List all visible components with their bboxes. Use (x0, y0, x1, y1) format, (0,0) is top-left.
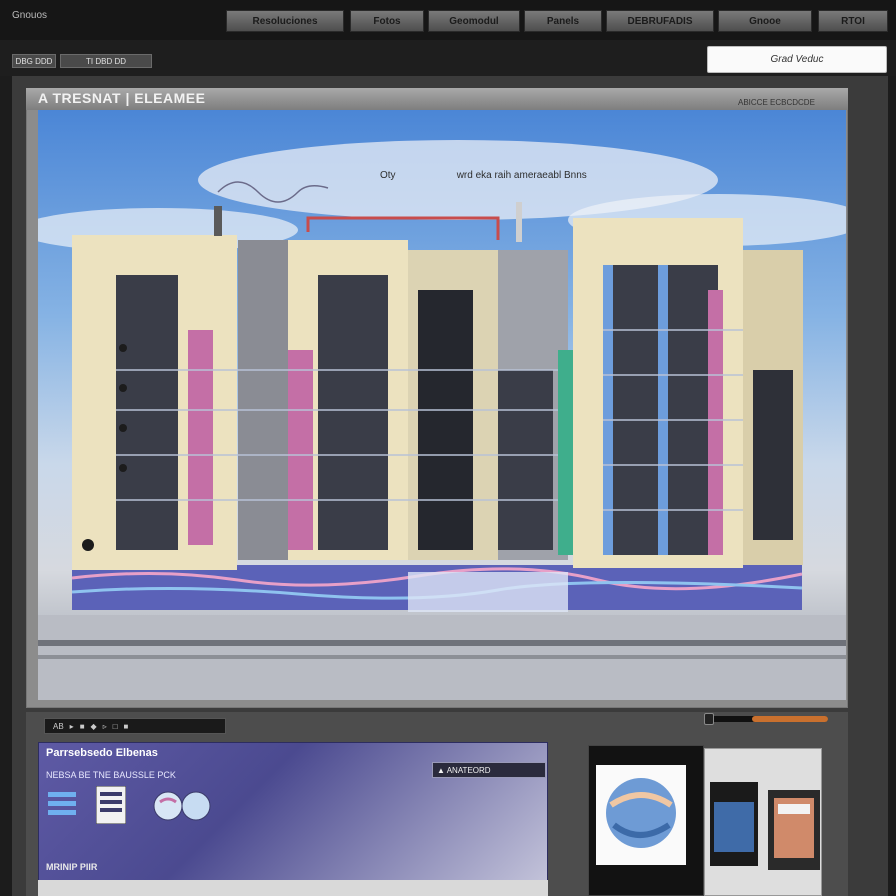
nav-item-geomodul[interactable]: Geomodul (428, 10, 520, 32)
tool-square-icon[interactable]: □ (113, 722, 118, 731)
toolstrip: AB ▸ ■ ◆ ▹ □ ■ (44, 718, 226, 734)
render-annotation: Oty wrd eka raih ameraeabl Bnns (380, 170, 587, 181)
nav-item-resoluciones[interactable]: Resoluciones (226, 10, 344, 32)
nav-item-panels[interactable]: Panels (524, 10, 602, 32)
stack-icon (48, 790, 76, 822)
search-input[interactable]: Grad Veduc (707, 46, 887, 73)
card-title: Parrsebsedo Elbenas (46, 747, 158, 759)
tool-diamond-icon[interactable]: ◆ (91, 722, 97, 731)
card-subtitle: NEBSA BE TNE BAUSSLE PCK (46, 770, 176, 780)
card-footer: MRINIP PIIR (46, 862, 98, 872)
tool-ab[interactable]: AB (53, 722, 64, 731)
thumbnail-image-dark (710, 782, 758, 866)
thumbnail-image-texture (768, 790, 820, 870)
card-pill-button[interactable]: ▲ ANATEORD (432, 762, 546, 778)
annotation-label: Oty (380, 170, 396, 181)
app-brand[interactable]: Gnouos (12, 10, 47, 21)
building-illustration (38, 140, 846, 700)
building-render-image (38, 110, 846, 700)
nav-item-gnooe[interactable]: Gnooe (718, 10, 812, 32)
tool-fill-icon[interactable]: ■ (124, 722, 129, 731)
tool-next-icon[interactable]: ▹ (103, 722, 107, 731)
bottom-strip (38, 880, 548, 896)
render-caption: wrd eka raih ameraeabl Bnns (456, 170, 587, 181)
subnav-button-one[interactable]: DBG DDD (12, 54, 56, 68)
panel-title: A TRESNAT | ELEAMEE (38, 90, 206, 106)
document-icon (95, 785, 127, 825)
tool-play-icon[interactable]: ▸ (70, 722, 74, 731)
nav-item-debrufadis[interactable]: DEBRUFADIS (606, 10, 714, 32)
zoom-slider-handle[interactable] (704, 713, 714, 725)
globe-icon (152, 790, 214, 822)
zoom-slider-fill (752, 716, 828, 722)
tool-stop-icon[interactable]: ■ (80, 722, 85, 731)
subnav-button-two[interactable]: TI DBD DD (60, 54, 152, 68)
panel-meta: ABICCE ECBCDCDE (738, 98, 815, 107)
thumbnail-image-globe (596, 765, 686, 865)
nav-item-rtoi[interactable]: RTOI (818, 10, 888, 32)
nav-item-fotos[interactable]: Fotos (350, 10, 424, 32)
